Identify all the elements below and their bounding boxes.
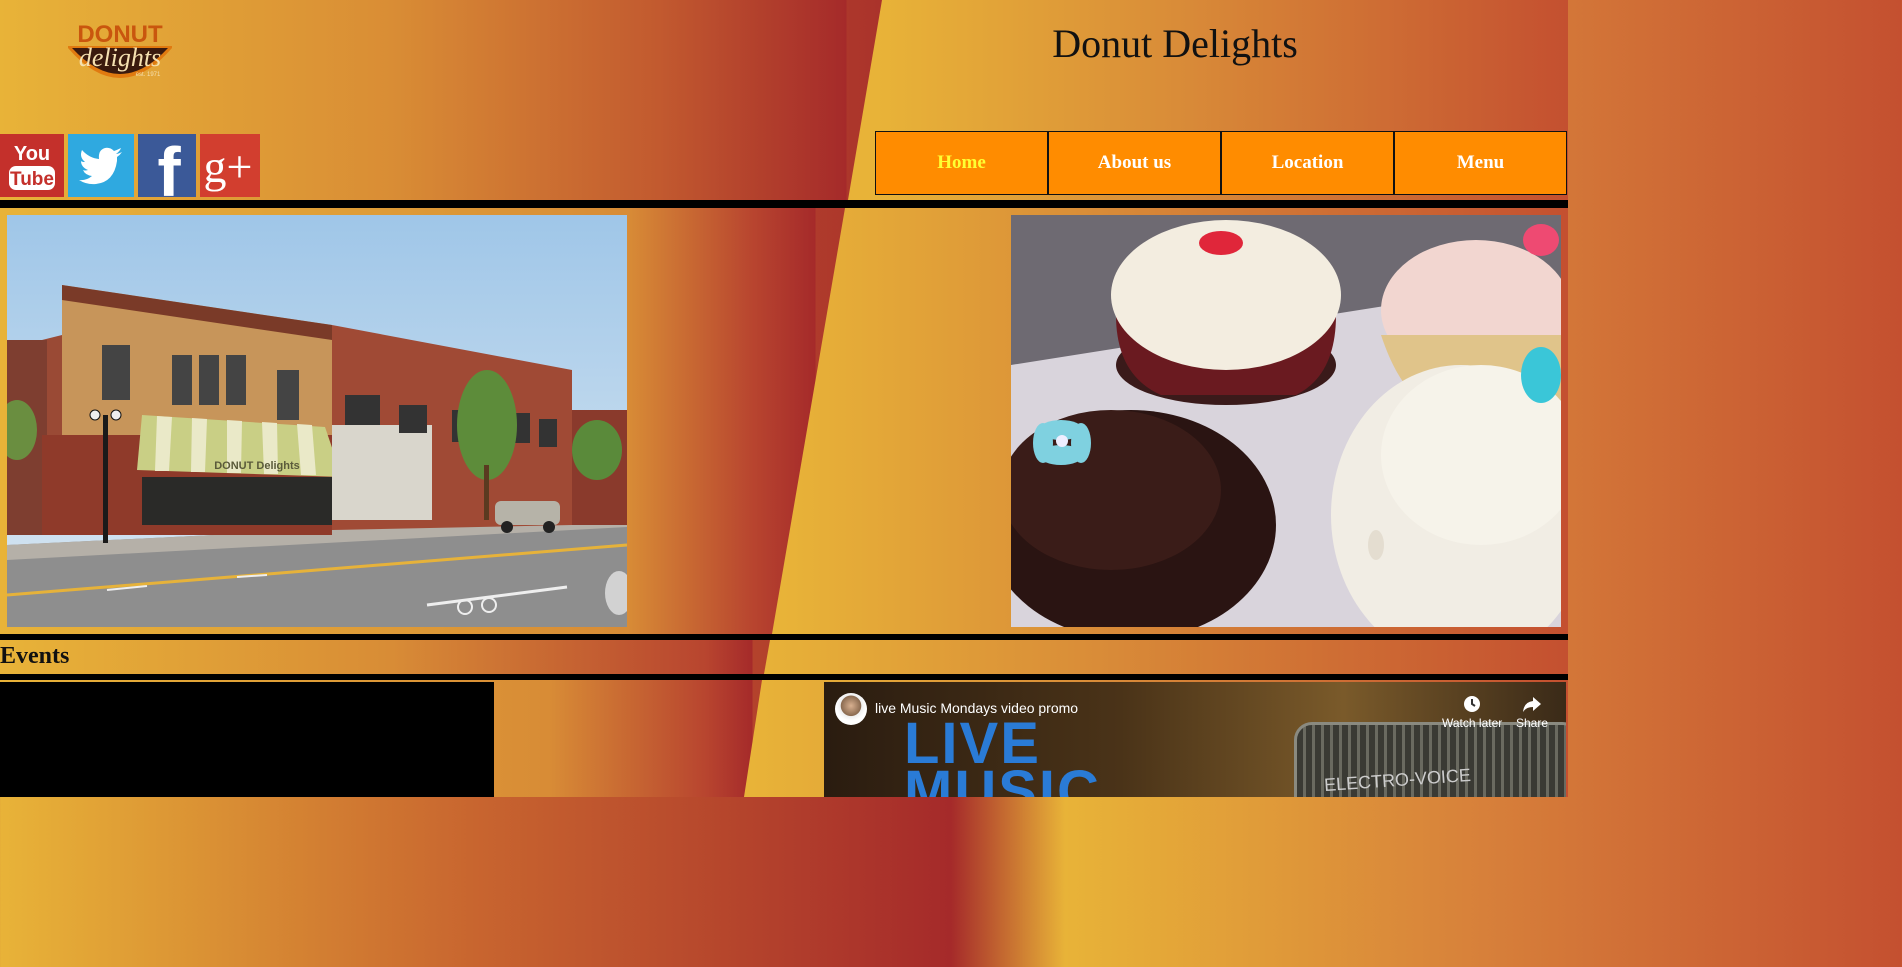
- social-links: You Tube f g+: [0, 134, 260, 197]
- watch-later-button[interactable]: Watch later: [1442, 694, 1502, 730]
- svg-text:f: f: [157, 136, 181, 196]
- video-frame-text: LIVE MUSIC: [904, 711, 1101, 798]
- nav-about-us[interactable]: About us: [1048, 131, 1221, 195]
- svg-text:You: You: [14, 143, 50, 165]
- site-logo[interactable]: DONUT delights est. 1971: [66, 18, 174, 96]
- share-button[interactable]: Share: [1516, 694, 1548, 730]
- events-heading: Events: [0, 643, 70, 669]
- site-title: Donut Delights: [1052, 21, 1298, 66]
- channel-avatar[interactable]: [835, 693, 867, 725]
- clock-icon: [1464, 696, 1481, 712]
- divider: [0, 200, 1568, 208]
- svg-text:g+: g+: [204, 141, 252, 192]
- twitter-icon[interactable]: [68, 134, 134, 197]
- embedded-content-panel: [0, 682, 494, 797]
- nav-home[interactable]: Home: [875, 131, 1048, 195]
- google-plus-icon[interactable]: g+: [200, 134, 260, 197]
- svg-text:Tube: Tube: [10, 169, 54, 190]
- youtube-icon[interactable]: You Tube: [0, 134, 64, 197]
- svg-text:DONUT Delights: DONUT Delights: [214, 460, 300, 472]
- facebook-icon[interactable]: f: [138, 134, 196, 197]
- nav-location[interactable]: Location: [1221, 131, 1394, 195]
- main-nav: Home About us Location Menu: [875, 131, 1567, 195]
- video-embed[interactable]: LIVE MUSIC ELECTRO-VOICE live Music Monda…: [824, 682, 1566, 797]
- svg-text:delights: delights: [79, 43, 161, 72]
- nav-menu[interactable]: Menu: [1394, 131, 1567, 195]
- share-arrow-icon: [1523, 697, 1542, 712]
- storefront-photo: DONUT Delights: [7, 215, 627, 627]
- video-title[interactable]: live Music Mondays video promo: [875, 700, 1078, 716]
- cupcakes-photo: [1011, 215, 1561, 627]
- svg-text:est. 1971: est. 1971: [136, 72, 161, 78]
